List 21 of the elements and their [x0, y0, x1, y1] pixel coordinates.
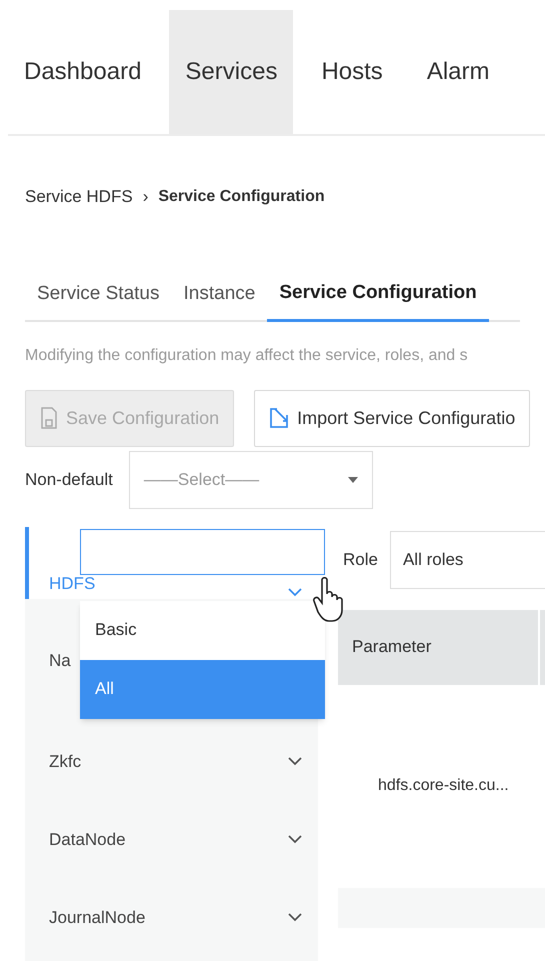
nav-item[interactable]: Zkfc	[25, 722, 318, 800]
column-header: Parameter	[338, 610, 540, 684]
role-select[interactable]: All roles	[390, 530, 545, 588]
breadcrumb-current: Service Configuration	[158, 186, 325, 207]
filter-label: Non-default	[25, 468, 113, 491]
nav-tab[interactable]: Dashboard	[8, 10, 158, 134]
breadcrumb-link[interactable]: Service HDFS	[25, 184, 133, 210]
nav-tab[interactable]: Hosts	[305, 10, 399, 134]
dropdown-option[interactable]: Basic	[80, 600, 325, 660]
nav-tab[interactable]: Services	[169, 10, 294, 134]
role-label: Role	[343, 548, 378, 571]
section-tab[interactable]: Service Configuration	[267, 268, 489, 322]
breadcrumb-separator: ›	[142, 186, 148, 208]
nav-tab[interactable]: Alarm	[410, 10, 506, 134]
import-button[interactable]: Import Service Configuratio	[254, 390, 530, 446]
section-tab[interactable]: Service Status	[25, 268, 172, 322]
nav-item[interactable]: DataNode	[25, 800, 318, 878]
section-tab[interactable]: Instance	[172, 268, 268, 322]
table-cell-text: hdfs.core-site.cu...	[377, 776, 509, 796]
nav-item[interactable]: JournalNode	[25, 878, 318, 956]
warning-text: Modifying the configuration may affect the service, roles, and s	[25, 346, 469, 366]
